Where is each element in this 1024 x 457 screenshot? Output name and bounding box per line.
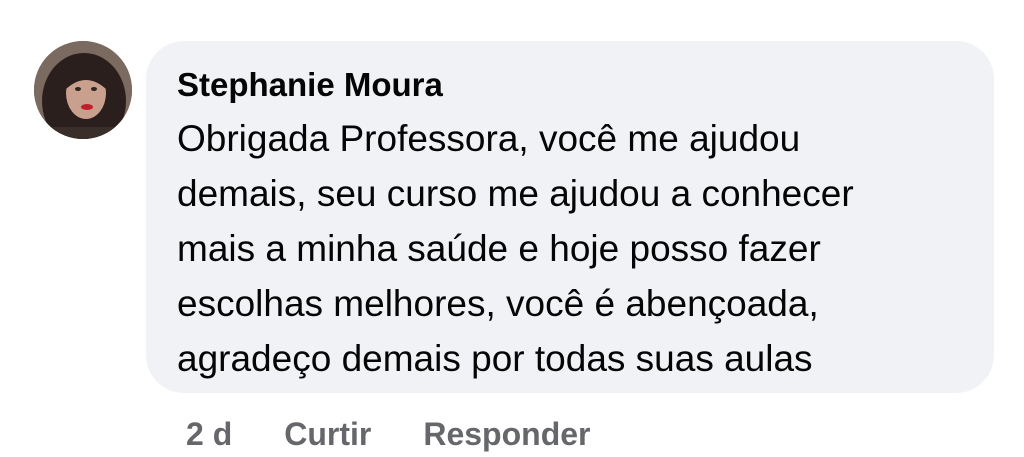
profile-photo-icon [34, 41, 132, 139]
comment-timestamp[interactable]: 2 d [186, 416, 232, 453]
comment-author[interactable]: Stephanie Moura [177, 63, 964, 107]
comment-text: Obrigada Professora, você me ajudou dema… [177, 118, 854, 379]
comment-bubble: Stephanie Moura Obrigada Professora, voc… [146, 41, 994, 393]
avatar[interactable] [34, 41, 132, 139]
comment-actions: 2 d Curtir Responder [186, 412, 590, 456]
reply-button[interactable]: Responder [423, 416, 590, 453]
like-button[interactable]: Curtir [284, 416, 371, 453]
